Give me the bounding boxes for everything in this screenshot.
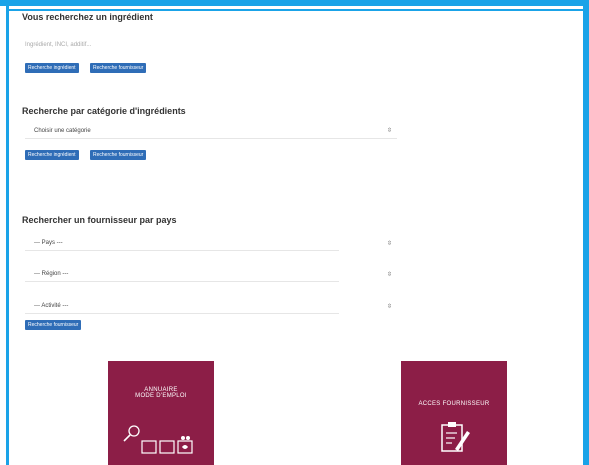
sort-arrows-icon: ⇳ <box>387 128 393 134</box>
annuaire-tile-subtitle: MODE D'EMPLOI <box>135 393 187 399</box>
category-select-value: Choisir une catégorie <box>34 128 91 134</box>
category-select[interactable]: Choisir une catégorie ⇳ <box>25 124 397 139</box>
sort-arrows-icon: ⇳ <box>387 304 393 310</box>
region-select[interactable]: --- Région --- <box>25 267 339 282</box>
search-ingredient-button[interactable]: Recherche ingrédient <box>25 63 79 73</box>
ingredient-search-title: Vous recherchez un ingrédient <box>22 12 153 22</box>
category-search-ingredient-button[interactable]: Recherche ingrédient <box>25 150 79 160</box>
supplier-search-title: Rechercher un fournisseur par pays <box>22 215 177 225</box>
magnifier-boxes-icon <box>123 425 193 454</box>
activity-select[interactable]: --- Activité --- <box>25 299 339 314</box>
country-select-value: --- Pays --- <box>34 240 63 246</box>
country-select[interactable]: --- Pays --- <box>25 236 339 251</box>
activity-select-value: --- Activité --- <box>34 303 69 309</box>
annuaire-tile[interactable]: ANNUAIRE MODE D'EMPLOI <box>108 361 214 465</box>
sort-arrows-icon: ⇳ <box>387 272 393 278</box>
search-supplier-button[interactable]: Recherche fournisseur <box>90 63 147 73</box>
supplier-search-button[interactable]: Recherche fournisseur <box>25 320 82 330</box>
category-search-title: Recherche par catégorie d'ingrédients <box>22 106 186 116</box>
clipboard-pen-icon <box>441 422 470 452</box>
ingredient-search-input[interactable]: Ingrédient, INCI, additif... <box>25 39 225 51</box>
category-search-supplier-button[interactable]: Recherche fournisseur <box>90 150 147 160</box>
frame-top-border <box>0 0 589 6</box>
frame-right-border <box>583 6 589 465</box>
acces-fournisseur-tile[interactable]: ACCES FOURNISSEUR <box>401 361 507 465</box>
frame-left-border <box>6 6 9 465</box>
sort-arrows-icon: ⇳ <box>387 241 393 247</box>
acces-fournisseur-title: ACCES FOURNISSEUR <box>418 401 490 407</box>
frame-inner-border <box>9 9 583 11</box>
region-select-value: --- Région --- <box>34 271 69 277</box>
